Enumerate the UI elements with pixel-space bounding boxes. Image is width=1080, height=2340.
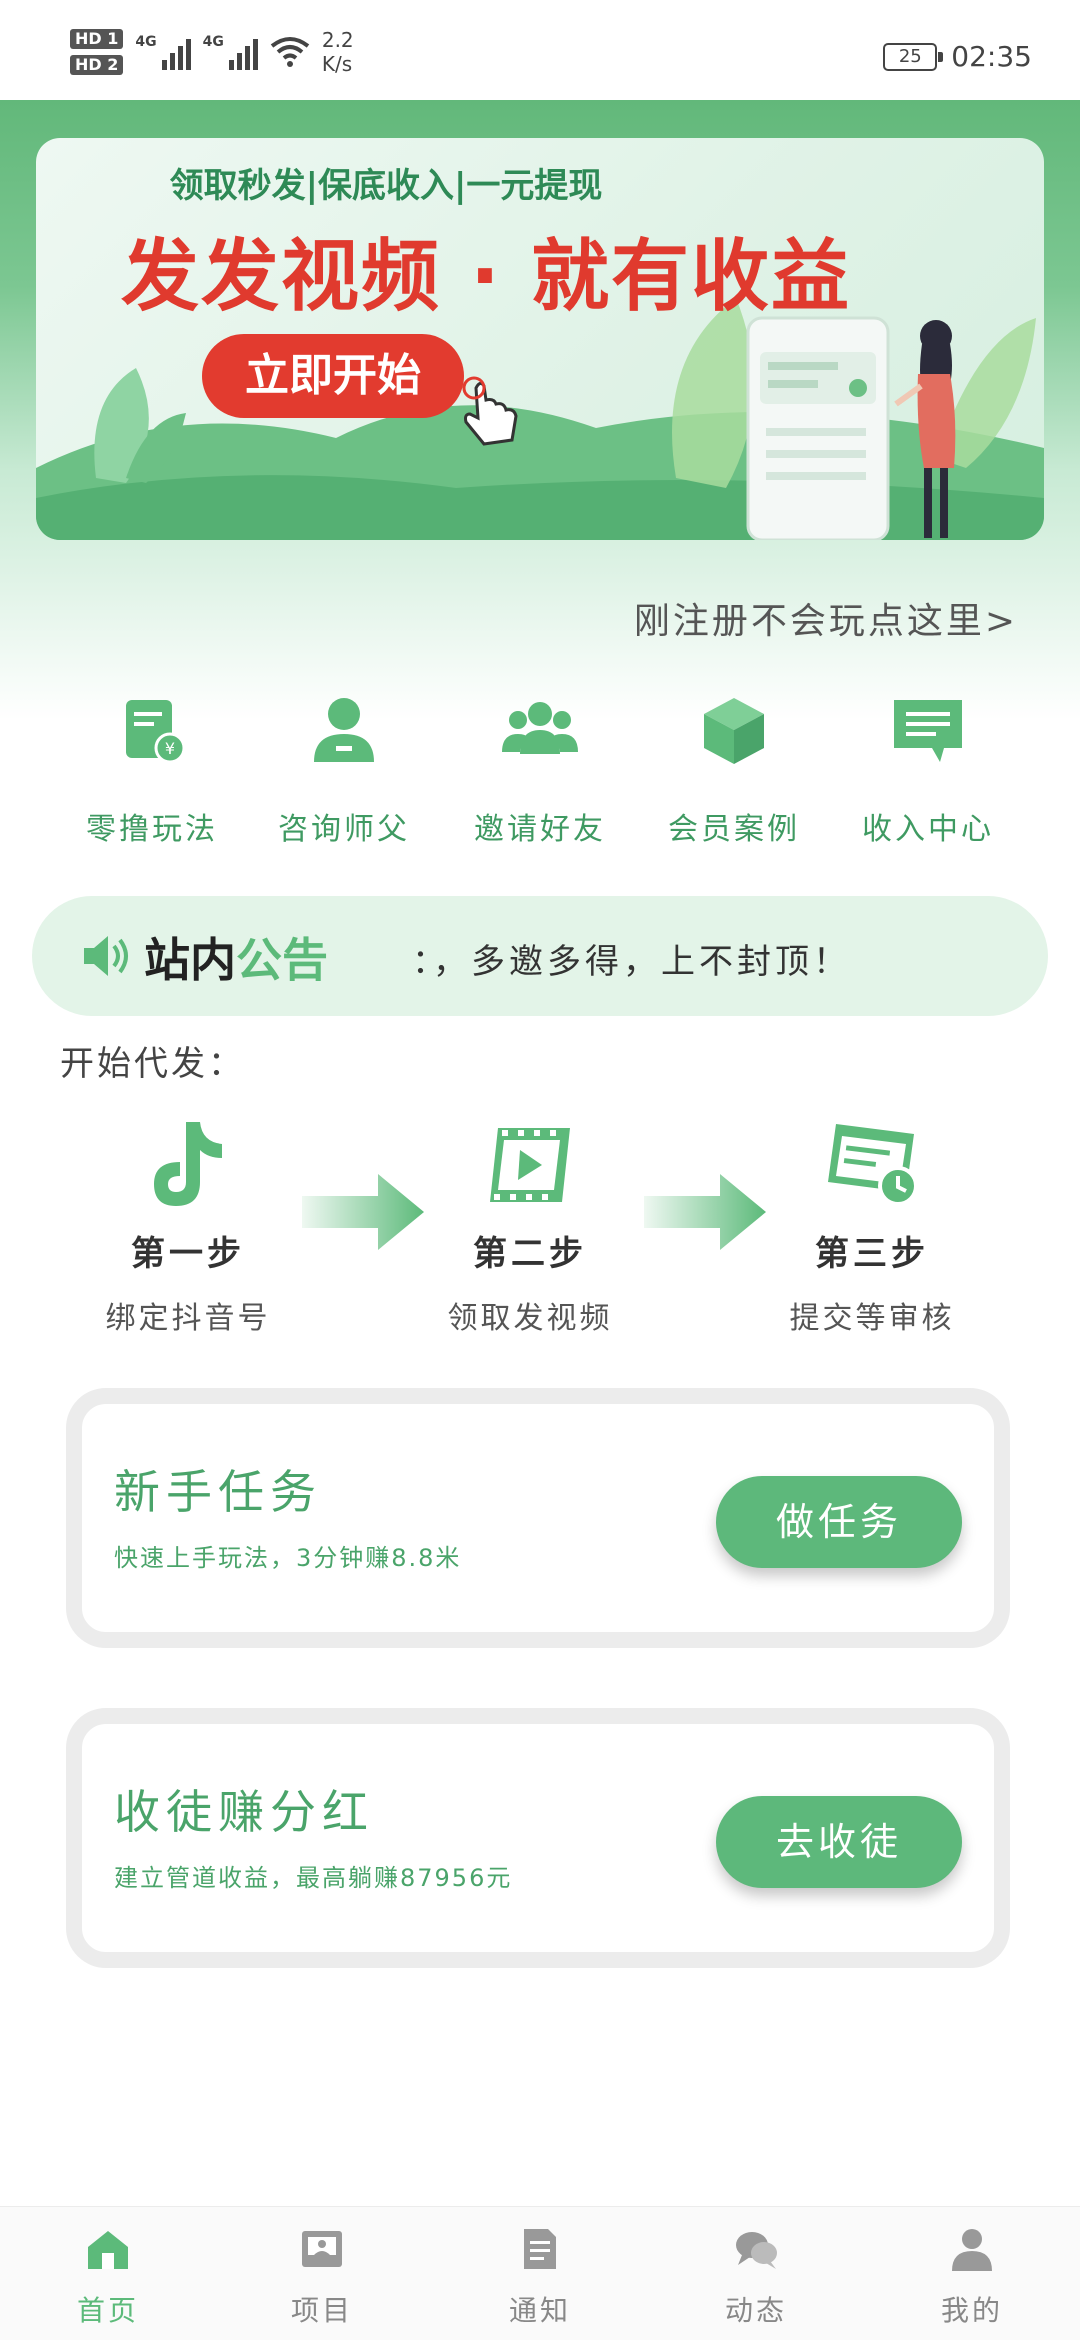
announcement-title-green: 公告 bbox=[236, 933, 328, 987]
announcement-text: ：，多邀多得，上不封顶！ bbox=[412, 942, 851, 982]
recruit-card: 收徒赚分红 建立管道收益，最高躺赚87956元 去收徒 bbox=[66, 1708, 1010, 1968]
step-desc: 提交等审核 bbox=[789, 1301, 955, 1336]
home-icon bbox=[88, 2231, 128, 2269]
status-bar: HD 1 HD 2 4G 4G 2.2 K/s 25 02:35 bbox=[0, 0, 1080, 100]
nav-label: 通知 bbox=[508, 2294, 571, 2327]
network-type-2: 4G bbox=[202, 34, 224, 50]
do-task-button[interactable]: 做任务 bbox=[716, 1476, 962, 1568]
card-desc: 快速上手玩法，3分钟赚8.8米 bbox=[114, 1544, 462, 1572]
hd-indicators: HD 1 HD 2 bbox=[70, 29, 124, 75]
shortcut-zero-play[interactable]: ¥ 零撸玩法 bbox=[54, 690, 250, 848]
card-title: 新手任务 bbox=[114, 1465, 322, 1519]
arrow-right-icon bbox=[644, 1174, 766, 1250]
network-type-1: 4G bbox=[135, 34, 157, 50]
receipt-yen-icon: ¥ bbox=[126, 700, 186, 764]
step-title: 第三步 bbox=[815, 1234, 929, 1274]
announcement-bar[interactable]: 站内 公告 ：，多邀多得，上不封顶！ bbox=[32, 896, 1048, 1016]
step-desc: 绑定抖音号 bbox=[105, 1301, 271, 1336]
form-clock-icon bbox=[828, 1124, 918, 1206]
svg-text:¥: ¥ bbox=[165, 739, 175, 758]
newbie-guide-link[interactable]: 刚注册不会玩点这里> bbox=[634, 592, 1018, 644]
step-desc: 领取发视频 bbox=[447, 1301, 613, 1336]
project-icon bbox=[302, 2231, 342, 2267]
video-icon bbox=[490, 1128, 570, 1202]
card-title: 收徒赚分红 bbox=[114, 1785, 374, 1839]
nav-item-notifications[interactable]: 通知 bbox=[470, 2225, 610, 2329]
step-title: 第二步 bbox=[473, 1234, 587, 1274]
net-speed: 2.2 K/s bbox=[322, 28, 354, 76]
nav-label: 项目 bbox=[290, 2294, 353, 2327]
banner-subtitle: 领取秒发|保底收入|一元提现 bbox=[169, 166, 603, 206]
speed-unit: K/s bbox=[321, 52, 353, 76]
chat-icon bbox=[736, 2232, 777, 2269]
shortcut-label: 咨询师父 bbox=[278, 812, 410, 847]
bottom-nav: 首页 项目 通知 动态 我的 bbox=[0, 2206, 1080, 2340]
wifi-icon bbox=[270, 37, 310, 67]
step-title: 第一步 bbox=[131, 1234, 245, 1274]
battery-icon: 25 bbox=[883, 42, 944, 71]
nav-label: 动态 bbox=[724, 2294, 787, 2327]
shortcut-income-center[interactable]: 收入中心 bbox=[830, 690, 1026, 848]
recruit-button[interactable]: 去收徒 bbox=[716, 1796, 962, 1888]
hd1-badge: HD 1 bbox=[70, 29, 124, 49]
shortcut-label: 收入中心 bbox=[862, 812, 994, 847]
step-2: 第二步 领取发视频 bbox=[410, 1114, 650, 1337]
nav-label: 首页 bbox=[76, 2294, 139, 2327]
message-icon bbox=[894, 700, 962, 762]
nav-item-projects[interactable]: 项目 bbox=[252, 2225, 392, 2329]
status-right: 25 02:35 bbox=[883, 40, 1032, 73]
banner-title: 发发视频 · 就有收益 bbox=[121, 232, 851, 322]
nav-label: 我的 bbox=[940, 2294, 1003, 2327]
cube-icon bbox=[704, 698, 764, 764]
nav-item-home[interactable]: 首页 bbox=[38, 2225, 178, 2329]
step-1: 第一步 绑定抖音号 bbox=[68, 1114, 308, 1337]
shortcut-ask-master[interactable]: 咨询师父 bbox=[246, 690, 442, 848]
profile-icon bbox=[952, 2229, 992, 2271]
shortcut-member-cases[interactable]: 会员案例 bbox=[636, 690, 832, 848]
speed-value: 2.2 bbox=[321, 28, 354, 52]
step-3: 第三步 提交等审核 bbox=[752, 1114, 992, 1337]
newbie-task-card: 新手任务 快速上手玩法，3分钟赚8.8米 做任务 bbox=[66, 1388, 1010, 1648]
shortcut-grid: ¥ 零撸玩法 咨询师父 邀请好友 会员案例 收入中心 bbox=[0, 690, 1080, 860]
clock: 02:35 bbox=[951, 40, 1032, 73]
user-icon bbox=[314, 698, 374, 762]
shortcut-label: 邀请好友 bbox=[474, 812, 606, 847]
shortcut-label: 会员案例 bbox=[668, 812, 800, 847]
arrow-right-icon bbox=[302, 1174, 424, 1250]
document-icon bbox=[524, 2229, 556, 2269]
speaker-icon bbox=[84, 936, 128, 976]
nav-item-profile[interactable]: 我的 bbox=[902, 2225, 1042, 2329]
card-desc: 建立管道收益，最高躺赚87956元 bbox=[114, 1864, 513, 1892]
nav-item-feed[interactable]: 动态 bbox=[686, 2225, 826, 2329]
announcement-title-dark: 站内 bbox=[144, 933, 236, 987]
start-now-button[interactable]: 立即开始 bbox=[202, 334, 464, 418]
tiktok-icon bbox=[154, 1122, 222, 1206]
status-left: HD 1 HD 2 4G 4G 2.2 K/s bbox=[70, 28, 354, 76]
hd2-badge: HD 2 bbox=[70, 55, 124, 75]
start-section-label: 开始代发： bbox=[60, 1044, 245, 1084]
signal-icon-1: 4G bbox=[135, 34, 191, 70]
signal-icon-2: 4G bbox=[203, 34, 258, 70]
promo-banner[interactable]: 领取秒发|保底收入|一元提现 发发视频 · 就有收益 立即开始 bbox=[36, 138, 1044, 540]
shortcut-invite-friends[interactable]: 邀请好友 bbox=[442, 690, 638, 848]
group-icon bbox=[502, 702, 578, 754]
shortcut-label: 零撸玩法 bbox=[86, 812, 218, 847]
